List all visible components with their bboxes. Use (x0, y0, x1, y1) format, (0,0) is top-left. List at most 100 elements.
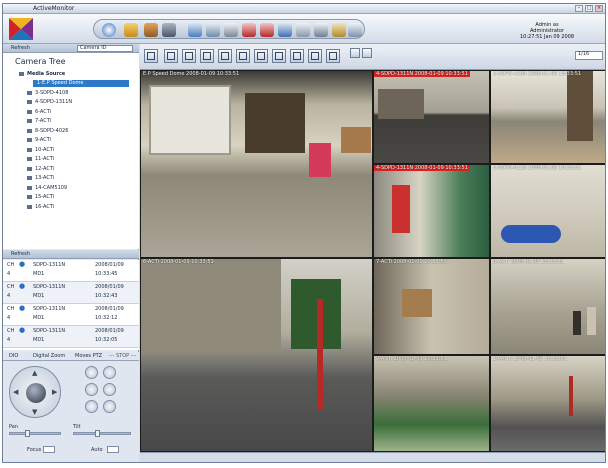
delete-icon[interactable] (242, 23, 256, 37)
camera-icon (27, 118, 32, 123)
list-item[interactable]: CH ● SDPD-1311N 2008/01/09 4 MD1 10:32:0… (3, 326, 139, 348)
camera-tree: Camera Tree Media Source 1-E.P Speed Dom… (3, 53, 139, 249)
ptz-panel: DIO Digital Zoom Moves PTZ --- STOP --- … (3, 352, 139, 462)
eye-icon[interactable] (102, 23, 116, 37)
zoom-out-button[interactable] (103, 366, 116, 379)
tree-root[interactable]: Media Source (19, 71, 65, 78)
grid-medium-button[interactable] (362, 48, 372, 58)
ptz-tabs: DIO Digital Zoom Moves PTZ --- STOP --- (3, 352, 139, 361)
layout-6-button[interactable] (200, 49, 214, 63)
camera-id-select[interactable]: Camera ID (77, 45, 133, 52)
focus-select[interactable] (43, 446, 55, 453)
tree-item-selected[interactable]: 1-E.P Speed Dome (33, 80, 129, 87)
camera-label: 10-ACTi 2008-01-09 10:33:51 (493, 356, 567, 362)
tree-item[interactable]: 15-ACTi (27, 194, 54, 201)
gallery-icon[interactable] (144, 23, 158, 37)
layout-single-button[interactable] (144, 49, 158, 63)
arrow-left-icon[interactable]: ◀ (13, 388, 18, 396)
layout-1-button[interactable] (164, 49, 178, 63)
tree-item[interactable]: 8-SDPD-4026 (27, 128, 68, 135)
eye-icon: ● (19, 304, 26, 312)
event-refresh-button[interactable]: Refresh (11, 251, 30, 257)
camera-view-10[interactable]: 10-ACTi 2008-01-09 10:33:51 (490, 355, 605, 452)
arrow-right-icon[interactable]: ▶ (52, 388, 57, 396)
status-bar (140, 452, 605, 462)
layout-16-button[interactable] (290, 49, 304, 63)
ptz-joystick[interactable]: ▲ ▼ ◀ ▶ (9, 366, 61, 418)
network-icon[interactable] (188, 23, 202, 37)
page-select[interactable]: 1/16 (575, 51, 603, 60)
minimize-button[interactable]: – (575, 5, 583, 12)
camera-view-5[interactable]: 5-SDPD-6126 2008-01-09 10:33:51 (490, 164, 605, 258)
arrow-down-icon[interactable]: ▼ (32, 408, 37, 416)
tree-item[interactable]: 12-ACTi (27, 166, 54, 173)
list-item[interactable]: CH ● SDPD-1311N 2008/01/09 4 MD1 10:32:4… (3, 282, 139, 304)
iris-open-button[interactable] (85, 400, 98, 413)
camera-label: 4-SDPD-1311N 2008-01-09 10:33:51 (374, 165, 470, 171)
arrow-up-icon[interactable]: ▲ (32, 369, 37, 377)
stop-select[interactable]: --- STOP --- (109, 353, 136, 359)
tree-item[interactable]: 4-SDPD-1311N (27, 99, 72, 106)
list-item[interactable]: CH ● SDPD-1311N 2008/01/09 4 MD1 10:32:1… (3, 304, 139, 326)
camera-icon (27, 156, 32, 161)
group-icon[interactable] (332, 23, 346, 37)
tree-refresh-button[interactable]: Refresh (11, 45, 30, 51)
help-icon[interactable] (348, 23, 362, 37)
camera-view-7[interactable]: 7-ACTi 2008-01-09 10:33:50 (373, 258, 490, 355)
maximize-button[interactable]: □ (585, 5, 593, 12)
pan-slider[interactable] (9, 432, 61, 435)
tree-item[interactable]: 9-ACTi (27, 137, 51, 144)
tree-item[interactable]: 13-ACTi (27, 175, 54, 182)
title-bar: ActiveMonitor – □ × (3, 4, 605, 14)
focus-near-button[interactable] (85, 383, 98, 396)
auto-select[interactable] (107, 446, 119, 453)
tree-header: Refresh Camera ID (3, 44, 139, 53)
tree-item[interactable]: 14-CAM5109 (27, 185, 67, 192)
layout-25-button[interactable] (326, 49, 340, 63)
camera-view-1[interactable]: E.P Speed Dome 2008-01-09 10:33:51 (140, 70, 373, 258)
tree-item[interactable]: 10-ACTi (27, 147, 54, 154)
camera-view-9[interactable]: 9-ACTi 2008-01-09 10:33:51 (373, 355, 490, 452)
remove-camera-icon[interactable] (260, 23, 274, 37)
camera-view-3[interactable]: 3-SDPD-4108 2008-01-09 10:33:51 (490, 70, 605, 164)
tree-item[interactable]: 7-ACTi (27, 118, 51, 125)
alarm-icon[interactable] (124, 23, 138, 37)
tree-item[interactable]: 11-ACTi (27, 156, 54, 163)
camera-setup-icon[interactable] (206, 23, 220, 37)
tab-moves-ptz[interactable]: Moves PTZ (75, 353, 102, 359)
camera-view-8[interactable]: 8-ACTi 2008-01-09 10:33:51 (490, 258, 605, 355)
tilt-slider[interactable] (73, 432, 131, 435)
camera-view-2[interactable]: 4-SDPD-1311N 2008-01-09 10:33:51 (373, 70, 490, 164)
layout-10-button[interactable] (254, 49, 268, 63)
camera-view-4[interactable]: 4-SDPD-1311N 2008-01-09 10:33:51 (373, 164, 490, 258)
layout-9-button[interactable] (236, 49, 250, 63)
layout-13-button[interactable] (272, 49, 286, 63)
link-icon[interactable] (278, 23, 292, 37)
tab-digital-zoom[interactable]: Digital Zoom (33, 353, 65, 359)
server-icon[interactable] (224, 23, 238, 37)
camera-icon (27, 185, 32, 190)
joystick-knob[interactable] (26, 383, 46, 403)
layout-8-button[interactable] (218, 49, 232, 63)
close-button[interactable]: × (595, 5, 603, 12)
tree-item[interactable]: 16-ACTi (27, 204, 54, 211)
tilt-slider-knob[interactable] (95, 430, 100, 437)
user-icon[interactable] (296, 23, 310, 37)
layout-4-button[interactable] (182, 49, 196, 63)
tree-item[interactable]: 3-SDPD-4108 (27, 90, 68, 97)
iris-close-button[interactable] (103, 400, 116, 413)
list-item[interactable]: CH ● SDPD-1311N 2008/01/09 4 MD1 10:33:4… (3, 260, 139, 282)
focus-far-button[interactable] (103, 383, 116, 396)
tools-icon[interactable] (162, 23, 176, 37)
settings-icon[interactable] (314, 23, 328, 37)
tree-item[interactable]: 6-ACTi (27, 109, 51, 116)
grid-small-button[interactable] (350, 48, 360, 58)
pan-slider-knob[interactable] (25, 430, 30, 437)
zoom-in-button[interactable] (85, 366, 98, 379)
layout-20-button[interactable] (308, 49, 322, 63)
app-logo-icon (9, 18, 33, 40)
tab-dio[interactable]: DIO (9, 353, 18, 359)
camera-label: 6-ACTi 2008-01-09 10:33:51 (143, 259, 214, 265)
camera-view-6[interactable]: 6-ACTi 2008-01-09 10:33:51 (140, 258, 373, 452)
eye-icon: ● (19, 260, 26, 268)
